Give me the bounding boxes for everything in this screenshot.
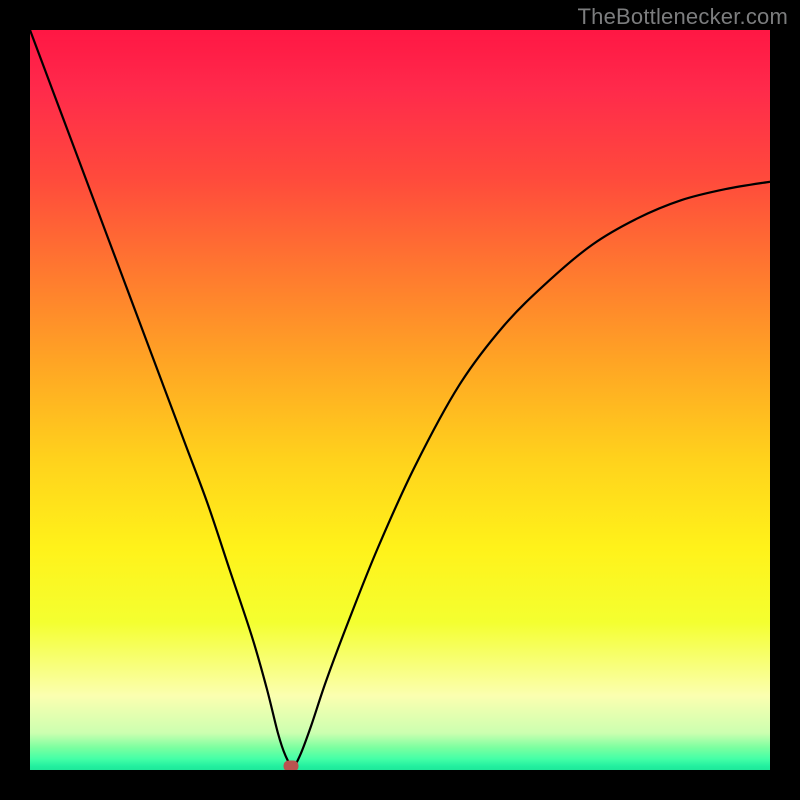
chart-frame: TheBottlenecker.com — [0, 0, 800, 800]
bottleneck-curve — [30, 30, 770, 766]
curve-layer — [30, 30, 770, 770]
plot-area — [30, 30, 770, 770]
watermark-text: TheBottlenecker.com — [578, 4, 788, 30]
optimum-marker — [284, 760, 299, 770]
